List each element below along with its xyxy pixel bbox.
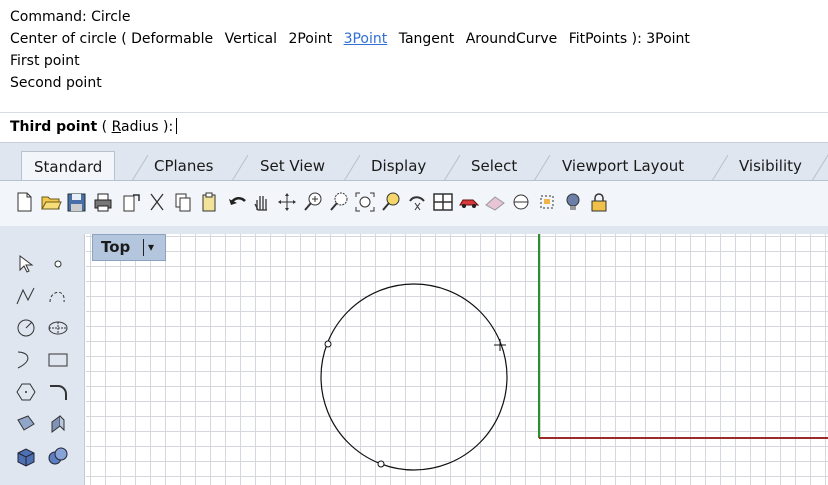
cut-icon[interactable] [146,191,168,213]
ellipse-icon[interactable] [46,316,70,340]
tab-visibility[interactable]: Visibility [727,151,814,181]
command-prompt[interactable]: Third point ( Radius ): [10,118,178,136]
tab-cplanes[interactable]: CPlanes [142,151,225,181]
extrude-icon[interactable] [46,412,70,436]
zoom-extents-icon[interactable] [354,191,376,213]
curve-icon[interactable] [46,284,70,308]
circle-curve[interactable] [320,283,508,471]
polyline-icon[interactable] [14,284,38,308]
toolbar-tabs: Standard CPlanes Set View Display Select… [0,142,828,183]
second-point-marker [377,460,385,468]
tab-standard[interactable]: Standard [21,151,116,183]
fillet-icon[interactable] [46,380,70,404]
tab-set-view[interactable]: Set View [248,151,337,181]
point-icon[interactable] [46,252,70,276]
undo-icon[interactable] [226,191,248,213]
arc-icon[interactable] [14,348,38,372]
car-render-icon[interactable] [458,191,480,213]
object-snap-icon[interactable] [510,191,532,213]
zoom-dynamic-icon[interactable] [328,191,350,213]
tab-display[interactable]: Display [359,151,438,181]
option-2point[interactable]: 2Point [288,31,332,47]
viewport-dropdown-icon[interactable]: ▾ [148,235,154,260]
top-viewport[interactable]: Top ▾ [86,234,828,485]
cursor-crosshair [494,339,506,351]
new-document-icon[interactable] [13,191,35,213]
command-line-3: First point [10,53,80,69]
paste-icon[interactable] [198,191,220,213]
command-separator [0,112,828,113]
viewport-scene[interactable] [86,234,828,485]
circle-icon[interactable] [14,316,38,340]
rectangle-icon[interactable] [46,348,70,372]
command-line-2-prefix: Center of circle ( [10,31,127,47]
boolean-icon[interactable] [46,444,70,468]
surface-icon[interactable] [14,412,38,436]
option-deformable[interactable]: Deformable [131,31,213,47]
command-line-4: Second point [10,75,102,91]
option-tangent[interactable]: Tangent [399,31,455,47]
prompt-options-close: ): [158,119,174,135]
polygon-icon[interactable] [14,380,38,404]
option-vertical[interactable]: Vertical [225,31,277,47]
undo-view-icon[interactable] [406,191,428,213]
prompt-label: Third point [10,119,98,135]
print-icon[interactable] [92,191,114,213]
viewport-title-separator [143,239,144,256]
option-3point[interactable]: 3Point [344,31,388,47]
import-icon[interactable] [120,191,142,213]
option-radius[interactable]: Radius [112,119,159,135]
viewport-name: Top [101,238,131,256]
tab-viewport-layout[interactable]: Viewport Layout [550,151,696,181]
first-point-marker [324,340,332,348]
select-arrow-icon[interactable] [14,252,38,276]
layer-icon[interactable] [536,191,558,213]
rotate-view-icon[interactable] [276,191,298,213]
option-aroundcurve[interactable]: AroundCurve [466,31,558,47]
standard-toolbar [0,181,828,226]
zoom-selected-icon[interactable] [380,191,402,213]
copy-icon[interactable] [172,191,194,213]
open-folder-icon[interactable] [40,191,62,213]
four-viewports-icon[interactable] [432,191,454,213]
tool-palette [0,234,85,485]
light-bulb-icon[interactable] [562,191,584,213]
box-icon[interactable] [14,444,38,468]
pan-hand-icon[interactable] [250,191,272,213]
option-fitpoints[interactable]: FitPoints [569,31,627,47]
text-caret [176,118,178,134]
prompt-options-open: ( [97,119,112,135]
shaded-icon[interactable] [484,191,506,213]
command-line-1: Command: Circle [10,9,131,25]
lock-icon[interactable] [588,191,610,213]
viewport-title-tab[interactable]: Top ▾ [92,234,166,261]
save-icon[interactable] [66,191,88,213]
command-history: Command: Circle Center of circle ( Defor… [0,0,828,142]
tab-select[interactable]: Select [459,151,529,181]
command-line-2: Center of circle ( Deformable Vertical 2… [10,30,690,48]
zoom-window-icon[interactable] [302,191,324,213]
toolbar-bottom-band [0,226,828,234]
command-line-2-suffix: ): 3Point [631,31,690,47]
